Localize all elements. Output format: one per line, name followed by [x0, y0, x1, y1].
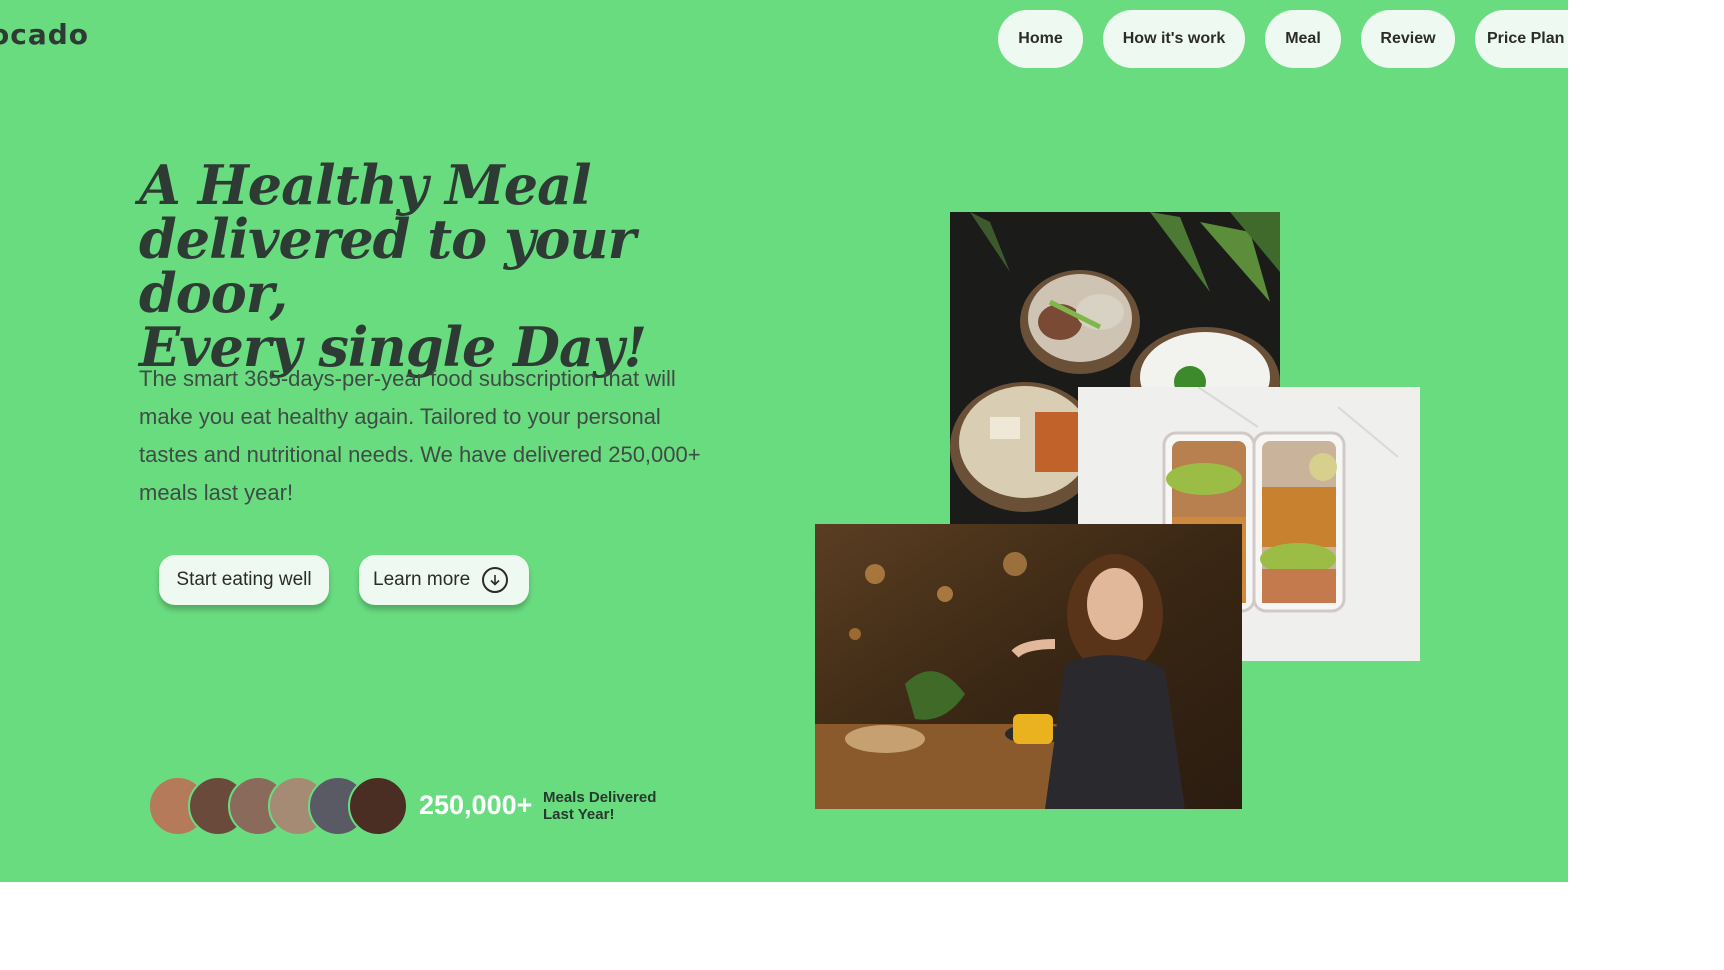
meals-label-line-2: Last Year! [543, 806, 615, 823]
avatar [348, 776, 408, 836]
start-eating-button[interactable]: Start eating well [159, 555, 329, 605]
learn-more-button[interactable]: Learn more [359, 555, 529, 605]
customer-avatars [148, 776, 418, 836]
nav-meal[interactable]: Meal [1265, 10, 1341, 68]
arrow-down-circle-icon [482, 567, 509, 593]
start-eating-label: Start eating well [176, 569, 312, 590]
hero-section: ocado Home How it's work Meal Review Pri… [0, 0, 1568, 882]
nav-home[interactable]: Home [998, 10, 1083, 68]
headline-line-1: A Healthy Meal [139, 153, 592, 217]
nav-how-it-works[interactable]: How it's work [1103, 10, 1245, 68]
top-nav: Home How it's work Meal Review Price Pla… [0, 10, 1568, 68]
hero-description: The smart 365-days-per-year food subscri… [139, 366, 701, 505]
nav-review[interactable]: Review [1361, 10, 1455, 68]
meals-label-line-1: Meals Delivered [543, 789, 657, 806]
woman-eating-image [815, 524, 1242, 809]
page: ocado Home How it's work Meal Review Pri… [0, 0, 1724, 970]
hero-headline: A Healthy Meal delivered to your door, E… [139, 158, 759, 374]
headline-line-2: delivered to your door, [139, 207, 636, 325]
meals-count: 250,000+ [419, 790, 533, 820]
nav-price-plan[interactable]: Price Plan [1475, 10, 1568, 68]
learn-more-label: Learn more [373, 569, 471, 590]
meals-count-label: Meals Delivered Last Year! [543, 789, 683, 823]
